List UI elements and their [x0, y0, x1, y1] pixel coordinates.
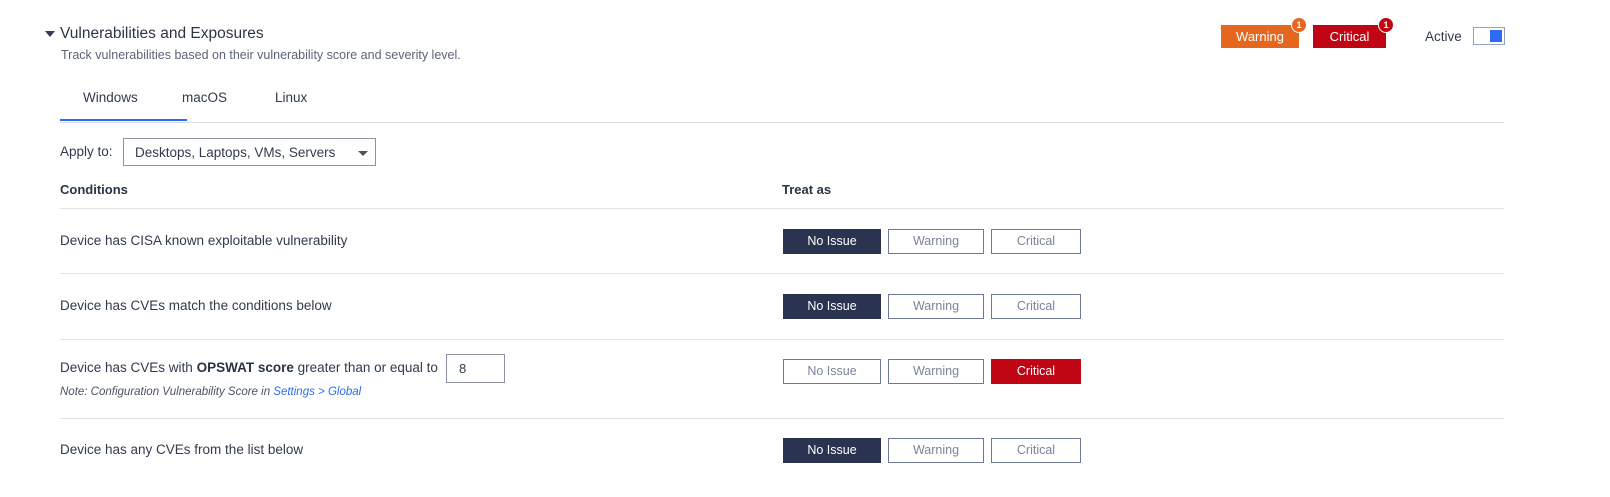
treat-as-header: Treat as [782, 182, 832, 197]
divider [60, 208, 1504, 209]
row3-critical-button[interactable]: Critical [991, 359, 1081, 384]
divider [60, 339, 1504, 340]
apply-to-label: Apply to: [60, 144, 113, 159]
section-subtitle: Track vulnerabilities based on their vul… [61, 48, 461, 62]
divider [60, 418, 1504, 419]
chevron-down-icon [358, 151, 368, 156]
conditions-header: Conditions [60, 182, 128, 197]
condition-opswat-score-text: Device has CVEs with OPSWAT score greate… [60, 360, 438, 375]
critical-summary-label: Critical [1329, 29, 1370, 44]
critical-count-badge: 1 [1378, 17, 1394, 33]
toggle-knob [1490, 30, 1502, 42]
row4-warning-button[interactable]: Warning [888, 438, 984, 463]
configuration-note: Note: Configuration Vulnerability Score … [60, 386, 361, 398]
row2-warning-button[interactable]: Warning [888, 294, 984, 319]
row2-critical-button[interactable]: Critical [991, 294, 1081, 319]
row1-no-issue-button[interactable]: No Issue [783, 229, 881, 254]
condition-cve-match-text: Device has CVEs match the conditions bel… [60, 298, 332, 313]
opswat-score-label: OPSWAT score [196, 360, 294, 375]
condition-text-part: Device has CVEs with [60, 360, 197, 375]
apply-to-select[interactable]: Desktops, Laptops, VMs, Servers [123, 138, 376, 166]
row1-critical-button[interactable]: Critical [991, 229, 1081, 254]
warning-count-badge: 1 [1291, 17, 1307, 33]
critical-summary-badge[interactable]: Critical 1 [1313, 17, 1394, 48]
warning-summary-badge[interactable]: Warning 1 [1221, 17, 1307, 48]
divider [60, 273, 1504, 274]
warning-summary-label: Warning [1236, 29, 1284, 44]
tab-macos[interactable]: macOS [182, 90, 227, 105]
row2-no-issue-button[interactable]: No Issue [783, 294, 881, 319]
settings-global-link[interactable]: Settings > Global [273, 386, 361, 398]
apply-to-value: Desktops, Laptops, VMs, Servers [135, 145, 336, 160]
row3-no-issue-button[interactable]: No Issue [783, 359, 881, 384]
tab-divider [60, 122, 1504, 123]
row3-warning-button[interactable]: Warning [888, 359, 984, 384]
opswat-score-input[interactable]: 8 [446, 354, 505, 383]
condition-cve-list-text: Device has any CVEs from the list below [60, 442, 304, 457]
active-tab-indicator [60, 119, 187, 121]
row1-warning-button[interactable]: Warning [888, 229, 984, 254]
tab-windows[interactable]: Windows [83, 90, 138, 105]
condition-cisa-text: Device has CISA known exploitable vulner… [60, 233, 348, 248]
active-label: Active [1425, 29, 1462, 44]
active-toggle[interactable] [1473, 27, 1505, 45]
row4-critical-button[interactable]: Critical [991, 438, 1081, 463]
note-text: Note: Configuration Vulnerability Score … [60, 386, 274, 398]
condition-text-part: greater than or equal to [293, 360, 438, 375]
row4-no-issue-button[interactable]: No Issue [783, 438, 881, 463]
tab-linux[interactable]: Linux [275, 90, 307, 105]
collapse-caret-icon[interactable] [45, 31, 55, 37]
section-title: Vulnerabilities and Exposures [60, 25, 264, 42]
